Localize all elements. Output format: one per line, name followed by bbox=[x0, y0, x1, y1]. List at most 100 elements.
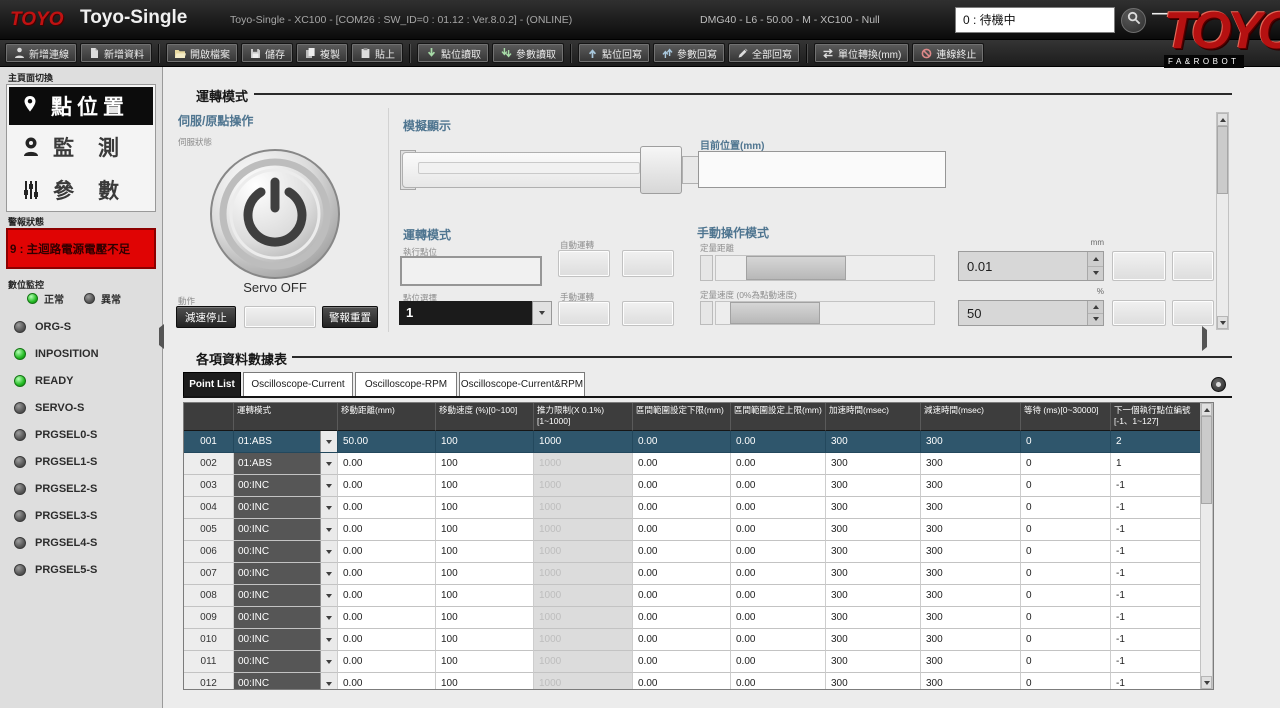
next-cell[interactable]: -1 bbox=[1111, 673, 1201, 690]
mode-dropdown-cell[interactable]: 00:INC bbox=[234, 629, 338, 651]
accel-cell[interactable]: 300 bbox=[826, 497, 921, 519]
lower-cell[interactable]: 0.00 bbox=[633, 541, 731, 563]
mode-dropdown-button[interactable] bbox=[320, 497, 337, 518]
lower-cell[interactable]: 0.00 bbox=[633, 607, 731, 629]
new-file-button[interactable]: 新增資料 bbox=[80, 43, 152, 63]
open-file-button[interactable]: 開啟檔案 bbox=[166, 43, 238, 63]
next-cell[interactable]: -1 bbox=[1111, 475, 1201, 497]
scroll-right-icon[interactable] bbox=[1202, 330, 1207, 348]
lower-cell[interactable]: 0.00 bbox=[633, 585, 731, 607]
mode-dropdown-button[interactable] bbox=[320, 563, 337, 584]
accel-cell[interactable]: 300 bbox=[826, 431, 921, 453]
decel-cell[interactable]: 300 bbox=[921, 629, 1021, 651]
mode-dropdown-cell[interactable]: 00:INC bbox=[234, 541, 338, 563]
upper-cell[interactable]: 0.00 bbox=[731, 453, 826, 475]
distance-down-button[interactable] bbox=[1088, 267, 1103, 281]
decel-stop-button[interactable]: 減速停止 bbox=[176, 306, 236, 328]
upper-cell[interactable]: 0.00 bbox=[731, 563, 826, 585]
speed-up-button[interactable] bbox=[1088, 301, 1103, 314]
distance-cell[interactable]: 0.00 bbox=[338, 519, 436, 541]
lower-cell[interactable]: 0.00 bbox=[633, 453, 731, 475]
lower-cell[interactable]: 0.00 bbox=[633, 629, 731, 651]
accel-cell[interactable]: 300 bbox=[826, 607, 921, 629]
speed-cell[interactable]: 100 bbox=[436, 673, 534, 690]
wait-cell[interactable]: 0 bbox=[1021, 431, 1111, 453]
distance-cell[interactable]: 0.00 bbox=[338, 497, 436, 519]
decel-cell[interactable]: 300 bbox=[921, 607, 1021, 629]
accel-cell[interactable]: 300 bbox=[826, 585, 921, 607]
jog2-plus-button[interactable] bbox=[1172, 300, 1214, 326]
decel-cell[interactable]: 300 bbox=[921, 475, 1021, 497]
distance-spinner[interactable]: 0.01 bbox=[958, 251, 1104, 281]
wait-cell[interactable]: 0 bbox=[1021, 453, 1111, 475]
row-number-cell[interactable]: 011 bbox=[184, 651, 234, 673]
machine-status-dropdown[interactable]: 0 : 待機中 bbox=[955, 7, 1115, 33]
mode-dropdown-button[interactable] bbox=[320, 541, 337, 562]
row-number-cell[interactable]: 009 bbox=[184, 607, 234, 629]
row-number-cell[interactable]: 001 bbox=[184, 431, 234, 453]
point-write-button[interactable]: 點位回寫 bbox=[578, 43, 650, 63]
speed-cell[interactable]: 100 bbox=[436, 651, 534, 673]
mode-dropdown-button[interactable] bbox=[320, 629, 337, 650]
distance-cell[interactable]: 0.00 bbox=[338, 453, 436, 475]
mode-dropdown-button[interactable] bbox=[320, 475, 337, 496]
row-number-cell[interactable]: 010 bbox=[184, 629, 234, 651]
upper-cell[interactable]: 0.00 bbox=[731, 651, 826, 673]
search-button[interactable] bbox=[1121, 8, 1146, 33]
jog2-minus-button[interactable] bbox=[1112, 300, 1166, 326]
alarm-reset-button[interactable]: 警報重置 bbox=[322, 306, 378, 328]
accel-cell[interactable]: 300 bbox=[826, 563, 921, 585]
distance-cell[interactable]: 0.00 bbox=[338, 673, 436, 690]
row-number-cell[interactable]: 004 bbox=[184, 497, 234, 519]
row-number-cell[interactable]: 012 bbox=[184, 673, 234, 690]
exec-point-field[interactable] bbox=[400, 256, 542, 286]
speed-slider[interactable] bbox=[715, 301, 935, 325]
current-position-field[interactable] bbox=[698, 151, 946, 188]
write-all-button[interactable]: 全部回寫 bbox=[728, 43, 800, 63]
mode-dropdown-cell[interactable]: 00:INC bbox=[234, 563, 338, 585]
point-select-dropdown[interactable]: 1 bbox=[399, 301, 532, 325]
disconnect-button[interactable]: 連線終止 bbox=[912, 43, 984, 63]
wait-cell[interactable]: 0 bbox=[1021, 585, 1111, 607]
decel-cell[interactable]: 300 bbox=[921, 673, 1021, 690]
paste-button[interactable]: 貼上 bbox=[351, 43, 403, 63]
upper-cell[interactable]: 0.00 bbox=[731, 607, 826, 629]
upper-cell[interactable]: 0.00 bbox=[731, 541, 826, 563]
lower-cell[interactable]: 0.00 bbox=[633, 673, 731, 690]
wait-cell[interactable]: 0 bbox=[1021, 563, 1111, 585]
wait-cell[interactable]: 0 bbox=[1021, 541, 1111, 563]
distance-cell[interactable]: 0.00 bbox=[338, 629, 436, 651]
distance-slider[interactable] bbox=[715, 255, 935, 281]
row-number-cell[interactable]: 007 bbox=[184, 563, 234, 585]
decel-cell[interactable]: 300 bbox=[921, 651, 1021, 673]
mode-dropdown-cell[interactable]: 00:INC bbox=[234, 673, 338, 690]
scroll-down-icon[interactable] bbox=[1217, 316, 1228, 329]
lower-cell[interactable]: 0.00 bbox=[633, 431, 731, 453]
point-select-dropdown-button[interactable] bbox=[532, 301, 552, 325]
unit-convert-button[interactable]: 單位轉換(mm) bbox=[814, 43, 909, 63]
wait-cell[interactable]: 0 bbox=[1021, 651, 1111, 673]
scroll-up-icon[interactable] bbox=[1217, 113, 1228, 126]
operation-panel-scrollbar[interactable] bbox=[1216, 112, 1229, 330]
distance-cell[interactable]: 0.00 bbox=[338, 585, 436, 607]
wait-cell[interactable]: 0 bbox=[1021, 629, 1111, 651]
next-cell[interactable]: -1 bbox=[1111, 541, 1201, 563]
mode-dropdown-button[interactable] bbox=[320, 673, 337, 690]
speed-cell[interactable]: 100 bbox=[436, 453, 534, 475]
accel-cell[interactable]: 300 bbox=[826, 651, 921, 673]
manual-run-forward-button[interactable] bbox=[622, 301, 674, 326]
upper-cell[interactable]: 0.00 bbox=[731, 585, 826, 607]
new-connection-button[interactable]: 新增連線 bbox=[5, 43, 77, 63]
tab-oscilloscope-current-rpm[interactable]: Oscilloscope-Current&RPM bbox=[459, 372, 585, 397]
next-cell[interactable]: -1 bbox=[1111, 651, 1201, 673]
next-cell[interactable]: -1 bbox=[1111, 519, 1201, 541]
distance-up-button[interactable] bbox=[1088, 252, 1103, 267]
lower-cell[interactable]: 0.00 bbox=[633, 563, 731, 585]
table-scrollbar[interactable] bbox=[1200, 403, 1213, 689]
upper-cell[interactable]: 0.00 bbox=[731, 673, 826, 690]
distance-cell[interactable]: 0.00 bbox=[338, 607, 436, 629]
next-cell[interactable]: -1 bbox=[1111, 563, 1201, 585]
param-write-button[interactable]: 參數回寫 bbox=[653, 43, 725, 63]
speed-cell[interactable]: 100 bbox=[436, 431, 534, 453]
next-cell[interactable]: -1 bbox=[1111, 607, 1201, 629]
